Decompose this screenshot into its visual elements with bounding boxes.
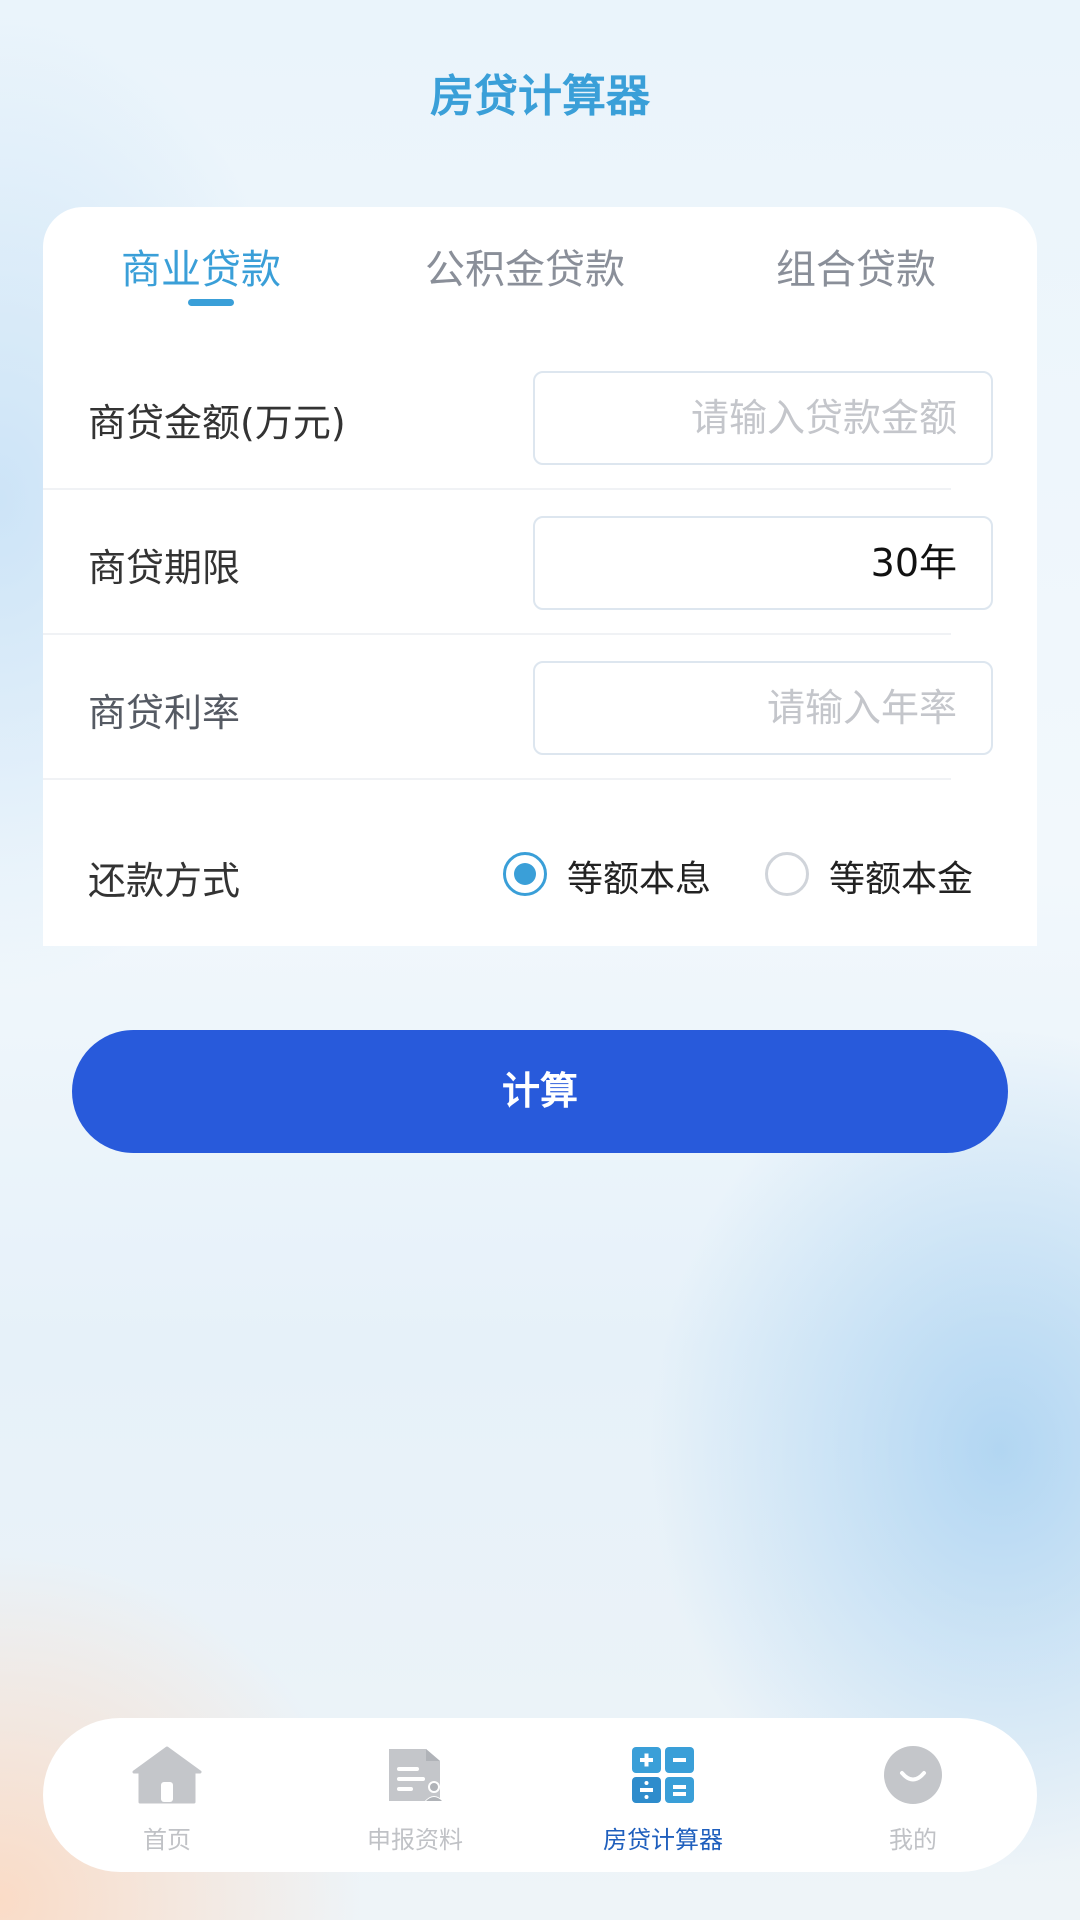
tab-commercial-loan[interactable]: 商业贷款 <box>121 237 281 295</box>
loan-amount-label: 商贷金额(万元) <box>88 401 346 445</box>
profile-icon <box>884 1746 942 1804</box>
tabbar-label: 申报资料 <box>367 1826 463 1854</box>
repayment-method-label: 还款方式 <box>88 859 241 903</box>
loan-rate-input[interactable] <box>533 661 993 755</box>
page-title: 房贷计算器 <box>430 71 650 122</box>
tabbar-item-profile[interactable]: 我的 <box>789 1718 1037 1872</box>
loan-term-row: 商贷期限 30年 <box>43 490 993 635</box>
tabbar-item-mortgage-calculator[interactable]: 房贷计算器 <box>539 1718 787 1872</box>
home-icon <box>132 1746 202 1804</box>
tab-combined-loan[interactable]: 组合贷款 <box>776 237 936 295</box>
calculator-icon <box>632 1747 694 1803</box>
tabbar-item-home[interactable]: 首页 <box>43 1718 291 1872</box>
loan-rate-label: 商贷利率 <box>88 691 241 735</box>
row-divider <box>43 778 951 780</box>
radio-unchecked-icon[interactable] <box>765 852 809 896</box>
radio-label: 等额本金 <box>829 859 974 900</box>
loan-rate-row: 商贷利率 <box>43 635 993 780</box>
loan-type-tabs: 商业贷款 公积金贷款 组合贷款 <box>43 207 1037 317</box>
loan-term-label: 商贷期限 <box>88 546 241 590</box>
tab-provident-fund-loan[interactable]: 公积金贷款 <box>425 237 625 295</box>
loan-amount-row: 商贷金额(万元) <box>43 345 993 490</box>
loan-term-select[interactable]: 30年 <box>533 516 993 610</box>
radio-checked-icon[interactable] <box>503 852 547 896</box>
bottom-tab-bar: 首页 申报资料 房贷计算器 我的 <box>43 1718 1037 1872</box>
tabbar-label: 房贷计算器 <box>603 1826 723 1854</box>
loan-amount-input[interactable] <box>533 371 993 465</box>
tabbar-label: 我的 <box>889 1826 937 1854</box>
document-icon <box>389 1749 444 1802</box>
tabbar-item-documents[interactable]: 申报资料 <box>291 1718 539 1872</box>
radio-label: 等额本息 <box>567 859 712 900</box>
calculate-button[interactable]: 计算 <box>72 1030 1008 1153</box>
tabbar-label: 首页 <box>143 1826 191 1854</box>
active-tab-indicator <box>188 299 234 306</box>
repayment-method-row: 还款方式 等额本息 等额本金 <box>43 820 993 920</box>
